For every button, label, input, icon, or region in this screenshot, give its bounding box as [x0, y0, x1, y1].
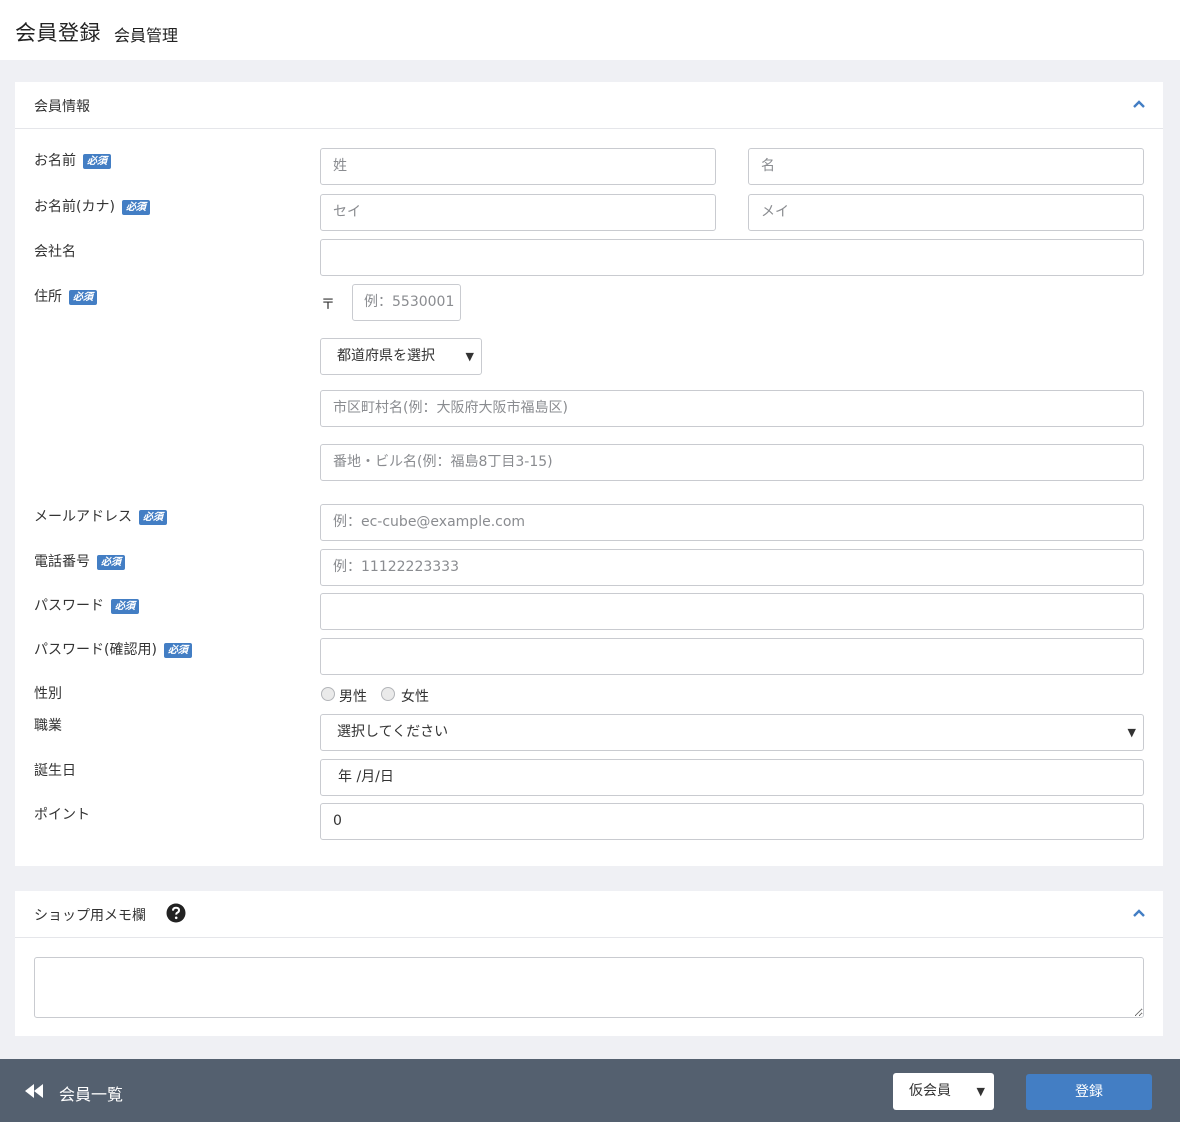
email-label: メールアドレス 必須: [34, 508, 167, 526]
last-kana-placeholder: セイ: [333, 204, 361, 220]
point-input[interactable]: 0: [320, 803, 1144, 840]
member-info-title: 会員情報: [34, 99, 90, 115]
member-status-value: 仮会員: [909, 1083, 951, 1099]
prefecture-select-value: 都道府県を選択: [337, 348, 435, 364]
first-kana-input[interactable]: メイ: [748, 194, 1144, 231]
required-badge: 必須: [163, 643, 192, 658]
street-placeholder: 番地・ビル名(例：福島8丁目3-15): [333, 454, 553, 470]
member-info-header[interactable]: 会員情報: [15, 82, 1163, 129]
memo-title: ショップ用メモ欄: [34, 908, 146, 924]
chevron-down-icon: ▼: [976, 1085, 985, 1098]
chevron-down-icon: ▼: [1127, 726, 1136, 739]
prefecture-select[interactable]: 都道府県を選択 ▼: [320, 338, 482, 375]
last-name-placeholder: 姓: [333, 158, 347, 174]
street-input[interactable]: 番地・ビル名(例：福島8丁目3-15): [320, 444, 1144, 481]
page-title: 会員登録: [15, 21, 101, 45]
email-input[interactable]: 例：ec-cube@example.com: [320, 504, 1144, 541]
birth-date-value: 年 /月/日: [338, 769, 394, 785]
sex-radio-female[interactable]: [381, 687, 395, 701]
company-input[interactable]: [320, 239, 1144, 276]
chevron-down-icon: ▼: [465, 350, 474, 363]
memo-card: ショップ用メモ欄: [15, 891, 1163, 1036]
first-name-input[interactable]: 名: [748, 148, 1144, 185]
sex-radio-male[interactable]: [321, 687, 335, 701]
postal-code-input[interactable]: 例：5530001: [352, 284, 461, 321]
required-badge: 必須: [97, 555, 125, 570]
point-value: 0: [333, 813, 342, 829]
member-status-select[interactable]: 仮会員 ▼: [893, 1073, 994, 1110]
register-button[interactable]: 登録: [1026, 1074, 1152, 1110]
password-input[interactable]: [320, 593, 1144, 630]
job-select-value: 選択してください: [337, 724, 449, 740]
last-name-input[interactable]: 姓: [320, 148, 716, 185]
last-kana-input[interactable]: セイ: [320, 194, 716, 231]
required-badge: 必須: [83, 154, 111, 169]
help-icon[interactable]: [166, 903, 186, 923]
memo-textarea[interactable]: [34, 957, 1144, 1018]
birth-date-input[interactable]: 年 /月/日: [320, 759, 1144, 796]
address-label: 住所 必須: [34, 288, 97, 306]
postal-code-placeholder: 例：5530001: [364, 294, 455, 310]
double-arrow-left-icon[interactable]: [25, 1084, 45, 1098]
company-label: 会社名: [34, 244, 76, 260]
password-confirm-input[interactable]: [320, 638, 1144, 675]
footer-bar: 会員一覧 仮会員 ▼ 登録: [0, 1059, 1180, 1122]
chevron-up-icon[interactable]: [1133, 908, 1145, 918]
email-placeholder: 例：ec-cube@example.com: [333, 514, 526, 530]
password-confirm-label: パスワード(確認用) 必須: [34, 641, 192, 659]
sex-label: 性別: [34, 686, 62, 702]
postal-mark: 〒: [321, 297, 335, 313]
password-label: パスワード 必須: [34, 597, 139, 615]
phone-label: 電話番号 必須: [34, 553, 125, 571]
required-badge: 必須: [139, 510, 167, 525]
birth-label: 誕生日: [34, 763, 76, 779]
chevron-up-icon[interactable]: [1133, 99, 1145, 109]
first-name-placeholder: 名: [761, 158, 775, 174]
sex-option-male[interactable]: 男性: [339, 686, 367, 706]
city-placeholder: 市区町村名(例：大阪府大阪市福島区): [333, 400, 568, 416]
back-to-list-link[interactable]: 会員一覧: [59, 1081, 123, 1105]
name-label: お名前 必須: [34, 152, 111, 170]
first-kana-placeholder: メイ: [761, 204, 789, 220]
phone-input[interactable]: 例：11122223333: [320, 549, 1144, 586]
job-label: 職業: [34, 718, 62, 734]
memo-header[interactable]: ショップ用メモ欄: [15, 891, 1163, 938]
city-input[interactable]: 市区町村名(例：大阪府大阪市福島区): [320, 390, 1144, 427]
page-subtitle: 会員管理: [114, 26, 179, 45]
point-label: ポイント: [34, 807, 90, 823]
kana-label: お名前(カナ) 必須: [34, 198, 150, 216]
sex-option-female[interactable]: 女性: [401, 686, 429, 706]
required-badge: 必須: [111, 599, 139, 614]
phone-placeholder: 例：11122223333: [333, 559, 459, 575]
sex-radio-group: 男性 女性: [320, 687, 520, 705]
member-info-card: 会員情報 お名前 必須 姓 名 お名前(カナ) 必須 セイ メイ 会社名 住所 必須 …: [15, 82, 1163, 866]
job-select[interactable]: 選択してください ▼: [320, 714, 1144, 751]
required-badge: 必須: [121, 200, 150, 215]
required-badge: 必須: [69, 290, 97, 305]
page-header: 会員登録 会員管理: [0, 0, 1180, 60]
